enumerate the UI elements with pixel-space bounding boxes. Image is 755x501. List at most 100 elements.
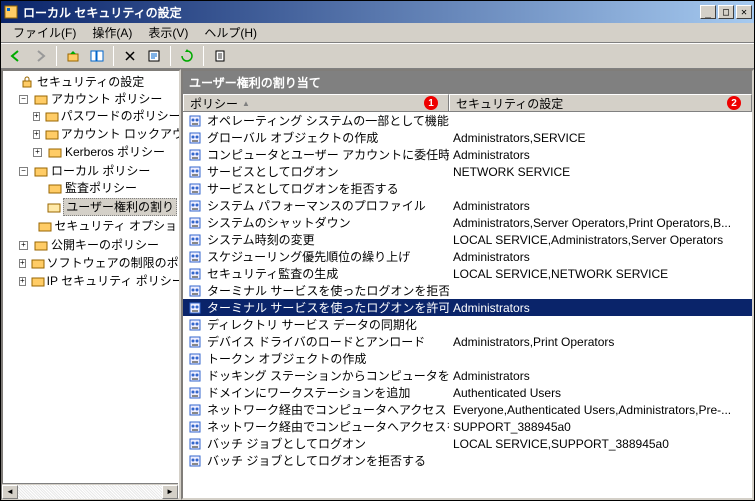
toolbar: [1, 43, 754, 69]
list-row[interactable]: セキュリティ監査の生成LOCAL SERVICE,NETWORK SERVICE: [183, 265, 752, 282]
column-policy[interactable]: ポリシー ▲ 1: [183, 94, 449, 111]
list-row[interactable]: バッチ ジョブとしてログオンLOCAL SERVICE,SUPPORT_3889…: [183, 435, 752, 452]
policy-icon: [187, 317, 203, 333]
delete-button[interactable]: [119, 45, 141, 67]
tree-kerberos-policy[interactable]: +Kerberos ポリシー: [33, 144, 177, 160]
policy-icon: [187, 215, 203, 231]
policy-cell: セキュリティ監査の生成: [183, 265, 449, 282]
list-row[interactable]: サービスとしてログオンNETWORK SERVICE: [183, 163, 752, 180]
folder-open-icon: [46, 199, 61, 215]
list-row[interactable]: システム パフォーマンスのプロファイルAdministrators: [183, 197, 752, 214]
value-cell: Administrators,Print Operators: [449, 335, 752, 349]
tree-scrollbar[interactable]: ◄ ►: [2, 483, 178, 499]
policy-cell: バッチ ジョブとしてログオンを拒否する: [183, 452, 449, 469]
policy-cell: システム パフォーマンスのプロファイル: [183, 197, 449, 214]
scroll-left-button[interactable]: ◄: [2, 485, 18, 499]
minimize-button[interactable]: _: [700, 5, 716, 19]
tree-local-policy[interactable]: − ローカル ポリシー: [19, 163, 177, 179]
refresh-button[interactable]: [176, 45, 198, 67]
list-row[interactable]: グローバル オブジェクトの作成Administrators,SERVICE: [183, 129, 752, 146]
tree-lockout-policy[interactable]: +アカウント ロックアウト: [33, 126, 177, 142]
policy-icon: [187, 147, 203, 163]
list-row[interactable]: オペレーティング システムの一部として機能: [183, 112, 752, 129]
policy-cell: コンピュータとユーザー アカウントに委任時の信頼を...: [183, 146, 449, 163]
tree-account-policy[interactable]: − アカウント ポリシー: [19, 91, 177, 107]
policy-icon: [187, 181, 203, 197]
properties-button[interactable]: [143, 45, 165, 67]
value-cell: Authenticated Users: [449, 386, 752, 400]
list-row[interactable]: ネットワーク経由でコンピュータへアクセスEveryone,Authenticat…: [183, 401, 752, 418]
column-headers: ポリシー ▲ 1 セキュリティの設定 2: [183, 94, 752, 112]
list-row[interactable]: サービスとしてログオンを拒否する: [183, 180, 752, 197]
policy-cell: ドメインにワークステーションを追加: [183, 384, 449, 401]
list-row[interactable]: ターミナル サービスを使ったログオンを許可するAdministrators: [183, 299, 752, 316]
list-row[interactable]: ターミナル サービスを使ったログオンを拒否する: [183, 282, 752, 299]
policy-cell: サービスとしてログオンを拒否する: [183, 180, 449, 197]
value-cell: Everyone,Authenticated Users,Administrat…: [449, 403, 752, 417]
show-hide-tree-button[interactable]: [86, 45, 108, 67]
badge-2: 2: [727, 96, 741, 110]
tree-audit-policy[interactable]: 監査ポリシー: [33, 180, 177, 196]
up-button[interactable]: [62, 45, 84, 67]
tree-password-policy[interactable]: +パスワードのポリシー: [33, 108, 177, 124]
policy-icon: [187, 334, 203, 350]
menu-action[interactable]: 操作(A): [84, 22, 140, 43]
folder-icon: [47, 180, 63, 196]
folder-icon: [33, 237, 49, 253]
value-cell: Administrators: [449, 250, 752, 264]
list-row[interactable]: ディレクトリ サービス データの同期化: [183, 316, 752, 333]
forward-button[interactable]: [29, 45, 51, 67]
tree-software-restriction[interactable]: +ソフトウェアの制限のポリシ: [19, 255, 177, 271]
policy-cell: ネットワーク経由でコンピュータへアクセス: [183, 401, 449, 418]
folder-icon: [38, 218, 52, 234]
export-button[interactable]: [209, 45, 231, 67]
badge-1: 1: [424, 96, 438, 110]
folder-icon: [45, 126, 59, 142]
back-button[interactable]: [5, 45, 27, 67]
scroll-right-button[interactable]: ►: [162, 485, 178, 499]
list-row[interactable]: コンピュータとユーザー アカウントに委任時の信頼を...Administrato…: [183, 146, 752, 163]
tree-public-key[interactable]: +公開キーのポリシー: [19, 237, 177, 253]
policy-icon: [187, 198, 203, 214]
list-row[interactable]: システム時刻の変更LOCAL SERVICE,Administrators,Se…: [183, 231, 752, 248]
menu-help[interactable]: ヘルプ(H): [196, 22, 265, 43]
value-cell: LOCAL SERVICE,Administrators,Server Oper…: [449, 233, 752, 247]
folder-icon: [45, 108, 59, 124]
list-row[interactable]: ドメインにワークステーションを追加Authenticated Users: [183, 384, 752, 401]
value-cell: NETWORK SERVICE: [449, 165, 752, 179]
policy-cell: トークン オブジェクトの作成: [183, 350, 449, 367]
policy-icon: [187, 436, 203, 452]
list-row[interactable]: ネットワーク経由でコンピュータへアクセスを拒否するSUPPORT_388945a…: [183, 418, 752, 435]
policy-icon: [187, 402, 203, 418]
maximize-button[interactable]: □: [718, 5, 734, 19]
policy-icon: [187, 385, 203, 401]
tree-root[interactable]: セキュリティの設定: [5, 74, 177, 90]
menu-file[interactable]: ファイル(F): [5, 22, 84, 43]
folder-icon: [33, 91, 49, 107]
list-row[interactable]: デバイス ドライバのロードとアンロードAdministrators,Print …: [183, 333, 752, 350]
list-body[interactable]: オペレーティング システムの一部として機能グローバル オブジェクトの作成Admi…: [183, 112, 752, 498]
list-row[interactable]: トークン オブジェクトの作成: [183, 350, 752, 367]
value-cell: Administrators,SERVICE: [449, 131, 752, 145]
menu-view[interactable]: 表示(V): [140, 22, 196, 43]
policy-cell: サービスとしてログオン: [183, 163, 449, 180]
close-button[interactable]: ✕: [736, 5, 752, 19]
tree-user-rights[interactable]: ユーザー権利の割り: [33, 198, 177, 216]
tree-ipsec[interactable]: +IP セキュリティ ポリシー (: [19, 273, 177, 289]
policy-icon: [187, 283, 203, 299]
value-cell: Administrators,Server Operators,Print Op…: [449, 216, 752, 230]
policy-cell: ネットワーク経由でコンピュータへアクセスを拒否する: [183, 418, 449, 435]
column-security[interactable]: セキュリティの設定 2: [449, 94, 752, 111]
policy-icon: [187, 453, 203, 469]
tree-pane[interactable]: セキュリティの設定 − アカウント ポリシー +パスワードのポリシー +アカウ: [1, 69, 181, 500]
list-row[interactable]: ドッキング ステーションからコンピュータを削除Administrators: [183, 367, 752, 384]
list-row[interactable]: システムのシャットダウンAdministrators,Server Operat…: [183, 214, 752, 231]
policy-icon: [187, 113, 203, 129]
tree-security-options[interactable]: セキュリティ オプショ: [33, 218, 177, 234]
policy-cell: ターミナル サービスを使ったログオンを許可する: [183, 299, 449, 316]
policy-icon: [187, 351, 203, 367]
list-row[interactable]: スケジューリング優先順位の繰り上げAdministrators: [183, 248, 752, 265]
policy-icon: [187, 249, 203, 265]
policy-icon: [187, 300, 203, 316]
list-row[interactable]: バッチ ジョブとしてログオンを拒否する: [183, 452, 752, 469]
